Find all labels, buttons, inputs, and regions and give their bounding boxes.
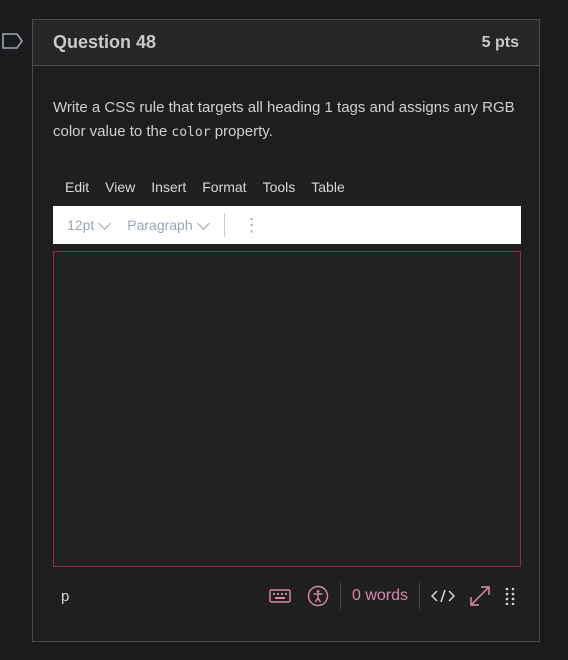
menu-insert[interactable]: Insert [151, 179, 186, 195]
menu-view[interactable]: View [105, 179, 135, 195]
question-text: Write a CSS rule that targets all headin… [53, 96, 523, 145]
menu-table[interactable]: Table [311, 179, 344, 195]
rich-text-editor: Edit View Insert Format Tools Table 12pt… [53, 168, 521, 623]
accessibility-icon[interactable] [307, 585, 329, 607]
question-card: Question 48 5 pts Write a CSS rule that … [32, 19, 540, 642]
block-format-value: Paragraph [127, 217, 193, 233]
menu-edit[interactable]: Edit [65, 179, 89, 195]
status-controls: 0 words [269, 583, 521, 609]
question-text-after: property. [210, 123, 273, 140]
more-options-icon[interactable]: ⋮ [243, 216, 261, 234]
question-points: 5 pts [481, 33, 519, 51]
chevron-down-icon [196, 216, 210, 230]
chevron-down-icon [98, 216, 112, 230]
question-title: Question 48 [53, 32, 157, 52]
toolbar-divider [223, 213, 225, 237]
question-header: Question 48 5 pts [33, 20, 539, 66]
editor-toolbar: 12pt Paragraph ⋮ [53, 206, 521, 244]
font-size-value: 12pt [67, 217, 95, 233]
editor-menubar: Edit View Insert Format Tools Table [53, 168, 521, 206]
code-word: color [171, 125, 211, 140]
flag-icon[interactable] [2, 33, 24, 49]
block-format-dropdown[interactable]: Paragraph [127, 216, 210, 233]
keyboard-icon[interactable] [269, 588, 291, 604]
fullscreen-icon[interactable] [469, 585, 491, 607]
status-divider [419, 583, 420, 609]
menu-format[interactable]: Format [202, 179, 246, 195]
html-source-icon[interactable] [431, 588, 455, 604]
word-count[interactable]: 0 words [352, 587, 408, 605]
question-text-before: Write a CSS rule that targets all headin… [53, 99, 515, 140]
editor-status-bar: p 0 words [53, 574, 521, 618]
menu-tools[interactable]: Tools [263, 179, 296, 195]
element-path[interactable]: p [61, 588, 69, 605]
font-size-dropdown[interactable]: 12pt [67, 216, 112, 233]
status-divider [339, 583, 341, 609]
drag-handle-icon[interactable] [505, 587, 515, 605]
editor-content-area[interactable] [53, 251, 521, 567]
